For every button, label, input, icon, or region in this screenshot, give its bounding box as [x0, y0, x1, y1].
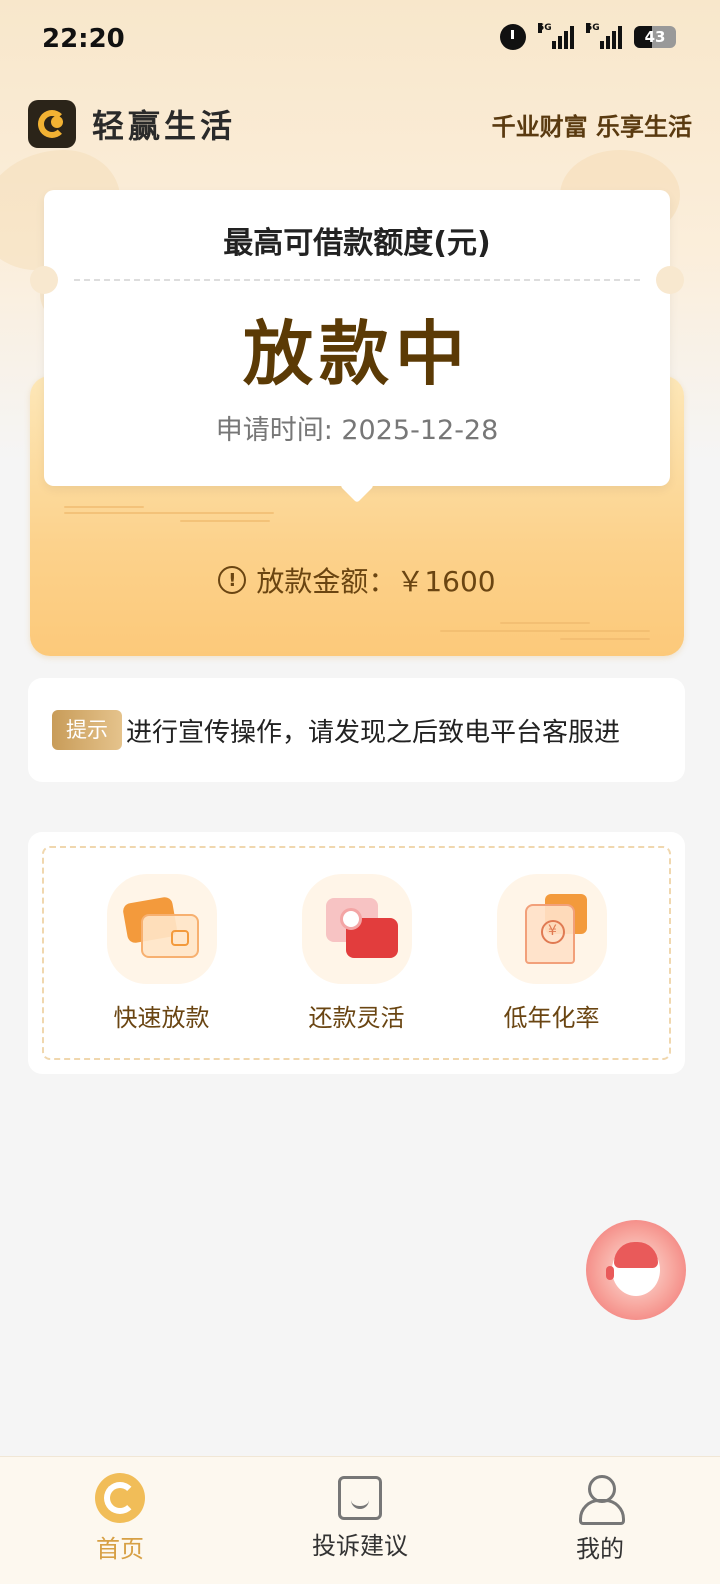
app-header: 轻赢生活 千业财富 乐享生活	[28, 98, 692, 150]
card-title: 最高可借款额度(元)	[223, 226, 491, 261]
battery-icon: 43	[634, 26, 676, 48]
feature-label: 还款灵活	[308, 1003, 405, 1032]
loan-limit-card: 最高可借款额度(元) 放款中 申请时间: 2025-12-28	[30, 190, 684, 486]
tab-label: 首页	[96, 1535, 144, 1563]
bottom-tab-bar: 首页 投诉建议 我的	[0, 1456, 720, 1584]
status-icons: 5G 5G 43	[500, 23, 676, 50]
money-bag-icon	[496, 873, 607, 984]
home-icon	[95, 1473, 145, 1523]
feature-flexible-repayment: 还款灵活	[277, 873, 437, 1033]
profile-icon	[575, 1473, 625, 1525]
info-icon: !	[218, 566, 247, 594]
network-type: 5G	[538, 23, 552, 33]
disbursement-amount-text: 放款金额：￥1600	[256, 565, 496, 598]
app-logo-icon	[28, 100, 76, 148]
apply-time: 申请时间: 2025-12-28	[215, 415, 499, 446]
notice-tag: 提示	[52, 710, 122, 750]
signal-icon: 5G	[586, 23, 622, 49]
feature-label: 低年化率	[503, 1003, 600, 1032]
feature-low-rate: 低年化率	[472, 873, 632, 1033]
feature-panel: 快速放款 还款灵活 低年化率	[28, 832, 685, 1074]
app-screen: 22:20 5G 5G 43 轻赢生活 千业财富 乐享生活 最高可借款额度(元)…	[0, 0, 720, 1584]
complaint-icon	[338, 1476, 382, 1520]
tab-label: 投诉建议	[312, 1532, 408, 1560]
chat-coin-icon	[301, 873, 412, 984]
app-slogan: 千业财富 乐享生活	[491, 112, 692, 141]
signal-icon: 5G	[538, 23, 574, 49]
customer-service-button[interactable]	[586, 1220, 686, 1320]
divider	[74, 279, 640, 281]
wallet-icon	[106, 873, 217, 984]
tab-profile[interactable]: 我的	[500, 1457, 700, 1584]
network-type: 5G	[586, 23, 600, 33]
loan-status: 放款中	[243, 313, 471, 395]
tab-complaints[interactable]: 投诉建议	[260, 1457, 460, 1584]
tab-home[interactable]: 首页	[20, 1457, 220, 1584]
status-bar: 22:20 5G 5G 43	[0, 0, 720, 80]
clock: 22:20	[42, 24, 125, 54]
customer-service-icon	[606, 1242, 660, 1296]
notice-text: 进行宣传操作，请发现之后致电平台客服进	[126, 717, 621, 748]
disbursement-amount: ! 放款金额：￥1600	[30, 560, 684, 600]
feature-fast-disbursement: 快速放款	[82, 873, 242, 1033]
notice-bar[interactable]: 提示 进行宣传操作，请发现之后致电平台客服进	[28, 678, 685, 782]
battery-level: 43	[644, 28, 666, 46]
app-name: 轻赢生活	[92, 107, 237, 145]
tab-label: 我的	[576, 1535, 624, 1563]
alarm-icon	[500, 24, 526, 50]
feature-label: 快速放款	[113, 1003, 210, 1032]
